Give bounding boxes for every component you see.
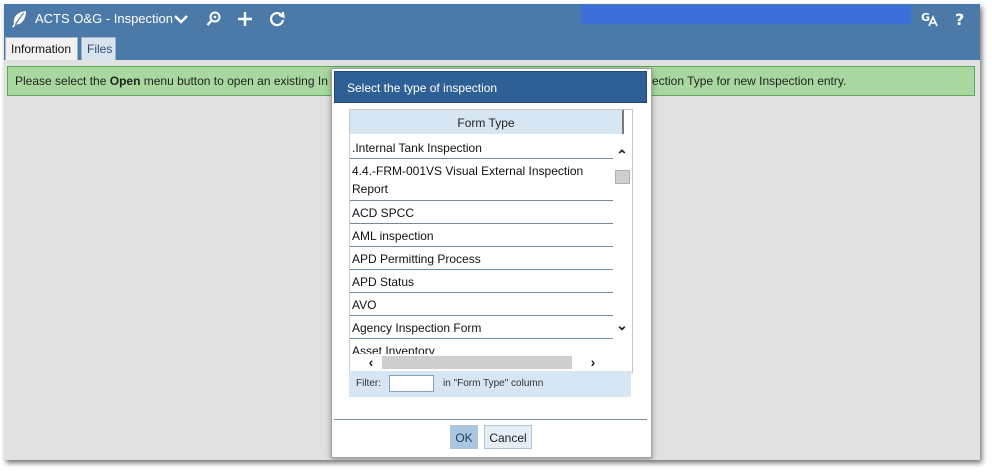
leaf-icon	[12, 11, 26, 28]
message-bold: Open	[109, 74, 141, 88]
list-item[interactable]: ACD SPCC	[350, 201, 613, 224]
list-item[interactable]: AVO	[350, 293, 613, 316]
svg-text:G: G	[921, 11, 930, 24]
filter-input[interactable]	[389, 375, 434, 392]
column-header-label: Form Type	[457, 116, 515, 130]
user-info-bar	[581, 5, 911, 24]
list-item[interactable]: Agency Inspection Form	[350, 316, 613, 339]
horizontal-scrollbar[interactable]: ‹ ›	[350, 354, 631, 371]
chevron-up-icon[interactable]: ⌃	[615, 148, 629, 162]
refresh-icon[interactable]	[268, 10, 286, 28]
filter-hint: in "Form Type" column	[443, 378, 544, 389]
dialog-title-bar: Select the type of inspection	[334, 71, 647, 103]
list-item[interactable]: 4.4.-FRM-001VS Visual External Inspectio…	[350, 159, 613, 201]
app-title: ACTS O&G - Inspection	[35, 11, 173, 26]
svg-text:?: ?	[955, 10, 964, 28]
message-part2: menu button to open an existing In	[140, 74, 328, 88]
top-toolbar: ACTS O&G - Inspection G ?	[4, 4, 980, 34]
column-header-form-type[interactable]: Form Type	[350, 110, 624, 134]
form-type-grid: Form Type .Internal Tank Inspection 4.4.…	[349, 109, 633, 373]
vertical-scrollbar[interactable]: ⌃ ⌄	[614, 146, 631, 336]
help-icon[interactable]: ?	[952, 10, 970, 28]
tab-files[interactable]: Files	[81, 37, 116, 60]
message-text: Please select the Open menu button to op…	[15, 74, 328, 88]
chevron-down-icon[interactable]: ⌄	[615, 318, 629, 332]
message-text-continued: ection Type for new Inspection entry.	[652, 74, 847, 88]
list-item[interactable]: .Internal Tank Inspection	[350, 137, 613, 159]
vertical-scroll-thumb[interactable]	[615, 170, 630, 184]
tab-information[interactable]: Information	[5, 37, 78, 60]
translate-icon[interactable]: G	[920, 10, 938, 28]
message-part1: Please select the	[15, 74, 110, 88]
chevron-down-icon[interactable]	[172, 10, 190, 28]
list-item[interactable]: APD Status	[350, 270, 613, 293]
list-item[interactable]: AML inspection	[350, 224, 613, 247]
cancel-button[interactable]: Cancel	[484, 425, 532, 449]
list-item[interactable]: APD Permitting Process	[350, 247, 613, 270]
plus-icon[interactable]	[236, 10, 254, 28]
chevron-left-icon[interactable]: ‹	[364, 355, 378, 369]
horizontal-scroll-thumb[interactable]	[382, 356, 572, 369]
tab-bar: Information Files	[4, 34, 980, 60]
dialog-divider	[334, 419, 647, 420]
inspection-type-dialog: Select the type of inspection Form Type …	[331, 68, 652, 458]
search-location-icon[interactable]	[205, 10, 223, 28]
chevron-right-icon[interactable]: ›	[586, 355, 600, 369]
filter-bar: Filter: in "Form Type" column	[349, 371, 631, 397]
dialog-title: Select the type of inspection	[347, 81, 498, 95]
app-window: ACTS O&G - Inspection G ? Information Fi…	[4, 4, 980, 460]
ok-button[interactable]: OK	[450, 425, 478, 449]
filter-label: Filter:	[356, 378, 381, 389]
